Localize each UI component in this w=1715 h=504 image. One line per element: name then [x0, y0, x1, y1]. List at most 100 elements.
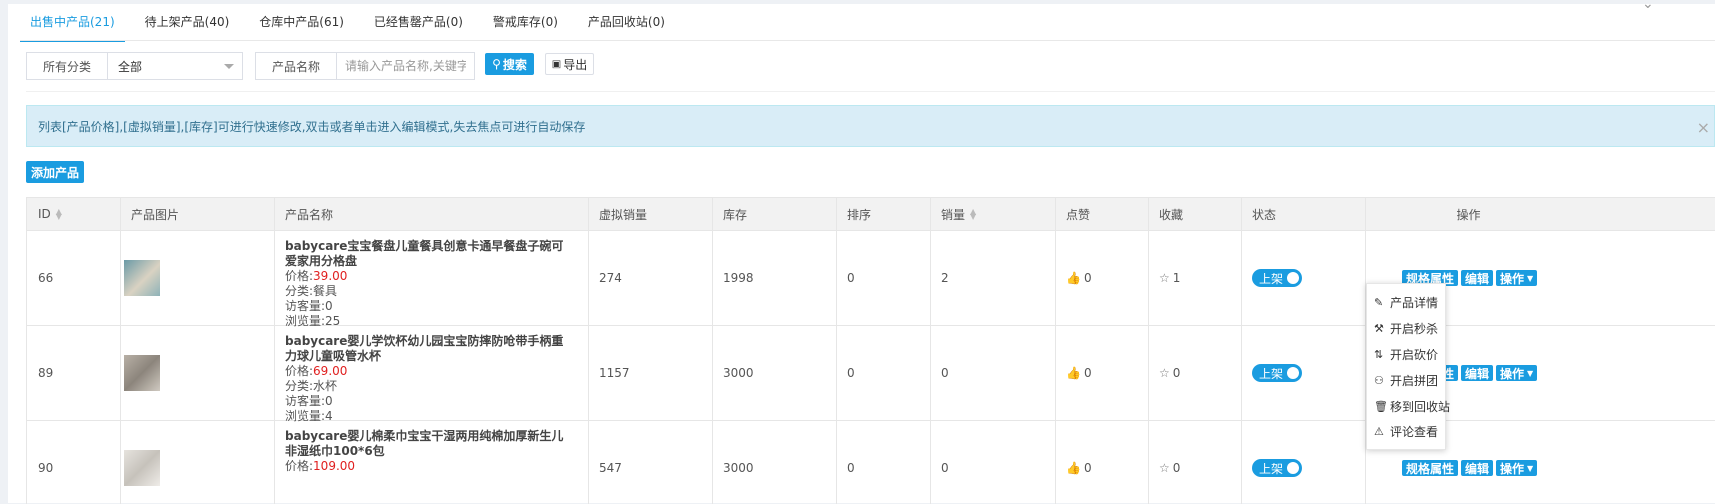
price-label: 价格: — [285, 364, 314, 378]
sort-cell: 0 — [847, 461, 855, 475]
product-info: babycare婴儿棉柔巾宝宝干湿两用纯棉加厚新生儿非湿纸巾100*6包 价格:… — [274, 421, 575, 504]
virtual-sales-cell[interactable]: 274 — [588, 231, 622, 325]
virtual-sales-cell[interactable]: 547 — [588, 421, 622, 504]
header-sort: 排序 — [847, 207, 872, 222]
product-name: babycare婴儿学饮杯幼儿园宝宝防摔防呛带手柄重力球儿童吸管水杯 — [285, 334, 564, 363]
spec-attr-button[interactable]: 规格属性 — [1402, 460, 1459, 476]
export-button-label: 导出 — [563, 57, 588, 72]
row-id: 89 — [38, 366, 54, 380]
product-name: babycare宝宝餐盘儿童餐具创意卡通早餐盘子碗可爱家用分格盘 — [285, 239, 564, 268]
thumbs-up-icon: 👍 — [1066, 461, 1081, 475]
likes-cell: 👍 0 — [1066, 271, 1092, 285]
tab-warehouse[interactable]: 仓库中产品(61) — [249, 4, 354, 40]
caret-down-icon: ▼ — [1527, 273, 1534, 283]
trash-icon: 🗑 — [1374, 399, 1388, 413]
add-product-button[interactable]: 添加产品 — [26, 161, 84, 183]
star-icon: ☆ — [1159, 461, 1170, 475]
sort-amount-icon: ⇅ — [1374, 347, 1384, 361]
virtual-sales-cell[interactable]: 1157 — [588, 326, 630, 420]
edit-button[interactable]: 编辑 — [1461, 270, 1494, 286]
favorites-cell: ☆ 0 — [1159, 366, 1181, 380]
search-icon: ⚲ — [492, 57, 501, 71]
close-icon[interactable]: × — [1697, 118, 1710, 137]
search-button[interactable]: ⚲ 搜索 — [485, 53, 534, 75]
status-toggle-cell: 上架 — [1241, 421, 1302, 504]
product-thumbnail[interactable] — [120, 326, 160, 420]
product-tabs: 出售中产品(21) 待上架产品(40) 仓库中产品(61) 已经售罄产品(0) … — [20, 4, 685, 42]
alert-text: 列表[产品价格],[虚拟销量],[库存]可进行快速修改,双击或者单击进入编辑模式… — [38, 119, 586, 134]
operations-dropdown-button[interactable]: 操作 ▼ — [1496, 460, 1538, 476]
price-label: 价格: — [285, 459, 314, 473]
tab-stock-alert[interactable]: 警戒库存(0) — [483, 4, 568, 40]
header-status: 状态 — [1252, 207, 1277, 222]
row-id: 66 — [38, 271, 54, 285]
edit-button[interactable]: 编辑 — [1461, 365, 1494, 381]
pencil-icon: ✎ — [1374, 296, 1384, 310]
menu-item-product-detail[interactable]: ✎ 产品详情 — [1367, 290, 1445, 316]
group-icon: ⚇ — [1374, 373, 1384, 387]
operations-dropdown-button[interactable]: 操作 ▼ — [1496, 365, 1538, 381]
header-name: 产品名称 — [285, 207, 334, 222]
star-icon: ☆ — [1159, 271, 1170, 285]
header-virtual-sales: 虚拟销量 — [599, 207, 648, 222]
save-icon: ▣ — [551, 58, 562, 70]
status-toggle[interactable]: 上架 — [1252, 269, 1302, 287]
category-select[interactable]: 所有分类 全部 — [26, 52, 243, 80]
likes-cell: 👍 0 — [1066, 461, 1092, 475]
product-visitors: 访客量:0 — [285, 299, 333, 313]
menu-item-view-reviews[interactable]: ⚠ 评论查看 — [1367, 419, 1445, 445]
product-name-filter: 产品名称 — [255, 52, 475, 80]
row-id: 90 — [38, 461, 54, 475]
chevron-down-icon[interactable]: ⌄ — [1642, 0, 1654, 12]
tab-on-sale[interactable]: 出售中产品(21) — [20, 4, 125, 42]
stock-cell[interactable]: 3000 — [712, 421, 754, 504]
thumbs-up-icon: 👍 — [1066, 366, 1081, 380]
edit-button[interactable]: 编辑 — [1461, 460, 1494, 476]
filter-divider — [26, 91, 1715, 92]
sort-icon[interactable]: ▲ ▼ — [970, 208, 976, 221]
status-toggle[interactable]: 上架 — [1252, 459, 1302, 477]
product-thumbnail[interactable] — [120, 421, 160, 504]
tab-recycle-bin[interactable]: 产品回收站(0) — [578, 4, 675, 40]
thumbs-up-icon: 👍 — [1066, 271, 1081, 285]
tab-pending[interactable]: 待上架产品(40) — [135, 4, 240, 40]
sort-icon[interactable]: ▲ ▼ — [56, 208, 62, 221]
table-row: 89 babycare婴儿学饮杯幼儿园宝宝防摔防呛带手柄重力球儿童吸管水杯 价格… — [27, 326, 1715, 423]
category-value: 全部 — [118, 59, 143, 74]
tab-sold-out[interactable]: 已经售罄产品(0) — [364, 4, 473, 40]
product-thumbnail[interactable] — [120, 231, 160, 325]
header-sales[interactable]: 销量 ▲ ▼ — [930, 198, 976, 230]
export-button[interactable]: ▣ 导出 — [545, 53, 594, 75]
product-name: babycare婴儿棉柔巾宝宝干湿两用纯棉加厚新生儿非湿纸巾100*6包 — [285, 429, 564, 458]
menu-item-group-buy[interactable]: ⚇ 开启拼团 — [1367, 367, 1445, 393]
caret-down-icon: ▼ — [1527, 368, 1534, 378]
product-name-input[interactable] — [337, 53, 474, 79]
stock-cell[interactable]: 3000 — [712, 326, 754, 420]
star-icon: ☆ — [1159, 366, 1170, 380]
operations-dropdown-button[interactable]: 操作 ▼ — [1496, 270, 1538, 286]
favorites-cell: ☆ 0 — [1159, 461, 1181, 475]
header-likes: 点赞 — [1066, 207, 1091, 222]
sort-cell: 0 — [847, 271, 855, 285]
header-id[interactable]: ID ▲ ▼ — [27, 198, 62, 230]
chevron-down-icon — [224, 63, 234, 69]
status-toggle-cell: 上架 — [1241, 326, 1302, 420]
favorites-cell: ☆ 1 — [1159, 271, 1181, 285]
product-price[interactable]: 109.00 — [313, 459, 355, 473]
tabs-divider — [20, 40, 1715, 41]
product-info: babycare婴儿学饮杯幼儿园宝宝防摔防呛带手柄重力球儿童吸管水杯 价格:69… — [274, 326, 575, 423]
product-price[interactable]: 39.00 — [313, 269, 347, 283]
table-row: 90 babycare婴儿棉柔巾宝宝干湿两用纯棉加厚新生儿非湿纸巾100*6包 … — [27, 421, 1715, 504]
header-image: 产品图片 — [131, 207, 180, 222]
info-alert: 列表[产品价格],[虚拟销量],[库存]可进行快速修改,双击或者单击进入编辑模式… — [26, 105, 1715, 147]
menu-item-move-to-recycle[interactable]: 🗑 移到回收站 — [1367, 393, 1450, 419]
product-price[interactable]: 69.00 — [313, 364, 347, 378]
menu-item-bargain[interactable]: ⇅ 开启砍价 — [1367, 342, 1445, 368]
price-label: 价格: — [285, 269, 314, 283]
menu-item-flash-sale[interactable]: ⚒ 开启秒杀 — [1367, 316, 1445, 342]
stock-cell[interactable]: 1998 — [712, 231, 754, 325]
status-toggle[interactable]: 上架 — [1252, 364, 1302, 382]
product-visitors: 访客量:0 — [285, 394, 333, 408]
status-toggle-cell: 上架 — [1241, 231, 1302, 325]
table-row: 66 babycare宝宝餐盘儿童餐具创意卡通早餐盘子碗可爱家用分格盘 价格:3… — [27, 231, 1715, 328]
